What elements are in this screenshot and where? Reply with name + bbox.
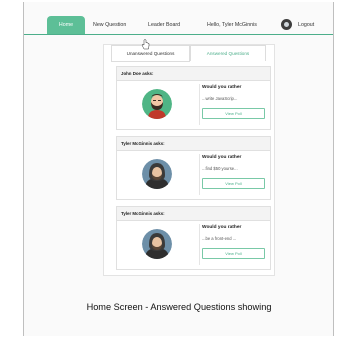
hooded-man-avatar-icon: [142, 229, 172, 259]
question-author: Tyler McGinnis asks:: [117, 207, 270, 221]
question-title: Would you rather: [202, 85, 242, 90]
questions-panel: Unanswered Questions Answered Questions …: [103, 44, 275, 276]
question-title: Would you rather: [202, 225, 242, 230]
user-avatar-icon: [281, 19, 292, 30]
view-poll-button[interactable]: View Poll: [202, 178, 265, 189]
nav-leader-board-link[interactable]: Leader Board: [148, 16, 180, 34]
question-card: John Doe asks: Would you rather ...write…: [116, 66, 271, 130]
app-screenshot-frame: Home New Question Leader Board Hello, Ty…: [23, 2, 334, 336]
screenshot-caption: Home Screen - Answered Questions showing: [86, 302, 272, 312]
nav-home-tab[interactable]: Home: [47, 16, 85, 34]
hand-cursor-icon: [141, 39, 150, 50]
nav-logout-link[interactable]: Logout: [298, 16, 314, 34]
question-snippet: ...find $50 yourse...: [202, 166, 238, 171]
question-title: Would you rather: [202, 155, 242, 160]
card-divider: [199, 154, 200, 195]
hooded-man-avatar-icon: [142, 159, 172, 189]
question-snippet: ...be a front-end ...: [202, 236, 237, 241]
tab-answered-questions[interactable]: Answered Questions: [190, 45, 266, 61]
card-divider: [199, 224, 200, 265]
question-tabs: Unanswered Questions Answered Questions: [111, 45, 266, 62]
tab-unanswered-questions[interactable]: Unanswered Questions: [111, 45, 190, 62]
question-author: Tyler McGinnis asks:: [117, 137, 270, 151]
nav-new-question-link[interactable]: New Question: [93, 16, 126, 34]
question-card: Tyler McGinnis asks: Would you rather ..…: [116, 136, 271, 200]
view-poll-button[interactable]: View Poll: [202, 108, 265, 119]
nav-user-greeting: Hello, Tyler McGinnis: [207, 22, 257, 28]
card-divider: [199, 84, 200, 125]
bearded-man-avatar-icon: [142, 89, 172, 119]
question-card: Tyler McGinnis asks: Would you rather ..…: [116, 206, 271, 270]
view-poll-button[interactable]: View Poll: [202, 248, 265, 259]
question-snippet: ...write JavaScrip...: [202, 96, 238, 101]
question-author: John Doe asks:: [117, 67, 270, 81]
top-navbar: Home New Question Leader Board Hello, Ty…: [24, 16, 333, 35]
